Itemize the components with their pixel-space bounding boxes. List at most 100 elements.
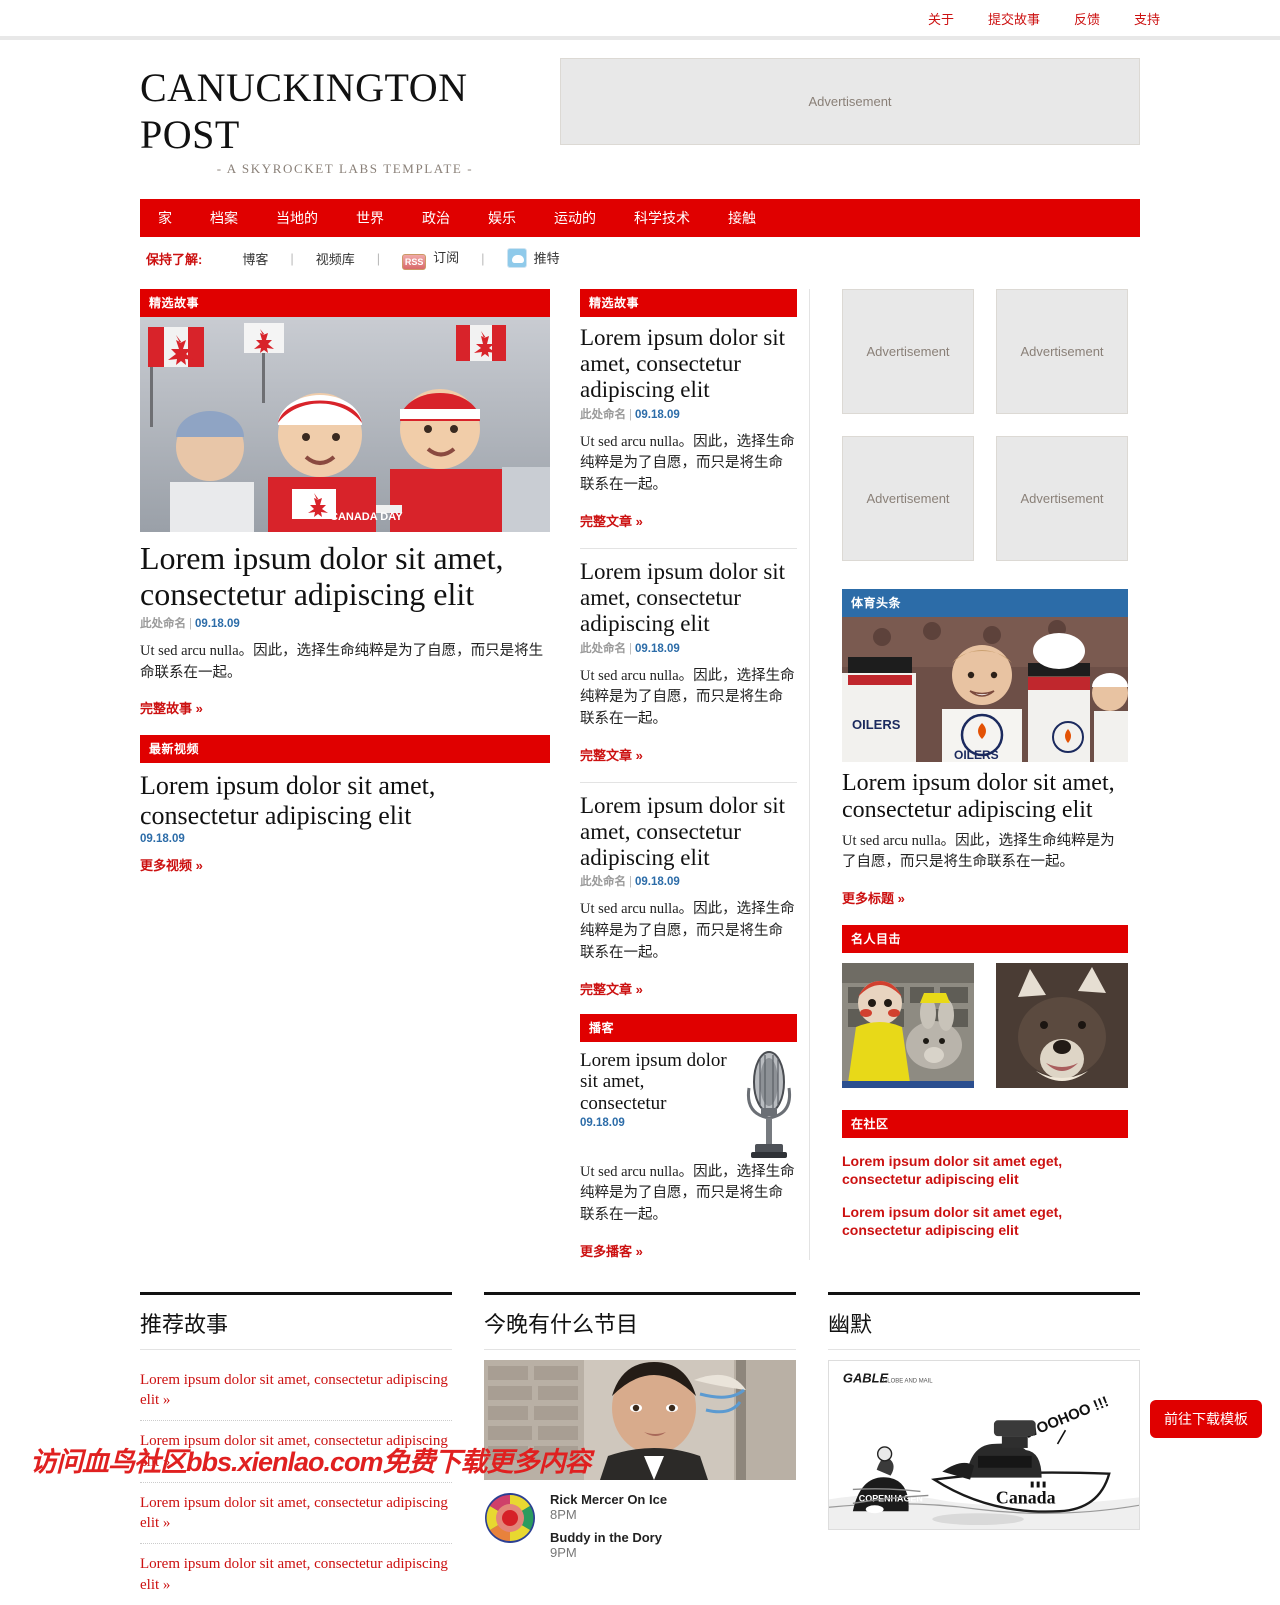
topnav-link-about[interactable]: 关于 [928,9,954,28]
article-more-link[interactable]: 完整文章 » [580,745,643,764]
celebrity-photo-grid [842,963,1128,1089]
banner-ad-label: Advertisement [808,94,892,109]
article-body: Ut sed arcu nulla。因此，选择生命纯粹是为了自愿，而只是将生命联… [580,667,795,728]
topnav-link-submit-story[interactable]: 提交故事 [988,9,1040,28]
page-wrapper: CANUCKINGTON POST - A SKYROCKET LABS TEM… [140,40,1140,1605]
footer-header-humor: 幽默 [828,1307,1140,1350]
section-header-latest-video: 最新视频 [140,735,550,764]
celebrity-photo-costumes[interactable] [842,963,974,1089]
article-more-link[interactable]: 完整文章 » [580,511,643,530]
nav-item-entertainment[interactable]: 娱乐 [488,208,516,228]
recommended-story-link[interactable]: Lorem ipsum dolor sit amet, consectetur … [140,1544,452,1605]
recommended-story-link[interactable]: Lorem ipsum dolor sit amet, consectetur … [140,1360,452,1422]
section-header-celebrity-sightings: 名人目击 [842,925,1128,954]
community-link[interactable]: Lorem ipsum dolor sit amet eget, consect… [842,1152,1128,1188]
recommended-story-link[interactable]: Lorem ipsum dolor sit amet, consectetur … [140,1421,452,1483]
ad-label: Advertisement [1020,491,1104,506]
cbc-logo [485,1492,535,1543]
tonight-photo[interactable] [484,1359,796,1480]
nav-item-local[interactable]: 当地的 [276,208,318,228]
sidebar-advertisement[interactable]: Advertisement [996,289,1128,414]
cartoon-boat-label: Canada [996,1487,1056,1507]
article-title[interactable]: Lorem ipsum dolor sit amet, consectetur … [580,559,797,638]
divider [580,547,797,549]
sidebar-advertisement[interactable]: Advertisement [842,436,974,561]
podcast-more-link[interactable]: 更多播客 » [580,1241,643,1260]
subbar-link-twitter[interactable]: 推特 [506,248,560,268]
footer-sections: 推荐故事 Lorem ipsum dolor sit amet, consect… [140,1291,1140,1605]
podcast-title[interactable]: Lorem ipsum dolor sit amet, consectetur [580,1050,733,1115]
sports-more-link[interactable]: 更多标题 » [842,888,905,907]
podcast-date-wrap: 09.18.09 [580,1117,733,1129]
celebrity-photo-dog[interactable] [996,963,1128,1089]
show-title[interactable]: Rick Mercer On Ice [550,1492,667,1507]
article-item: Lorem ipsum dolor sit amet, consectetur … [580,325,797,530]
featured-story-photo[interactable]: CANADA DAY [140,317,550,532]
sports-title[interactable]: Lorem ipsum dolor sit amet, consectetur … [842,770,1128,825]
subbar-link-rss-subscribe[interactable]: RSS 订阅 [402,247,459,270]
article-byline: 此处命名 | 09.18.09 [580,876,680,889]
footer-tonight-schedule: 今晚有什么节目 Rick Mercer On Ice 8PM Buddy in … [484,1291,796,1605]
site-brand[interactable]: CANUCKINGTON POST - A SKYROCKET LABS TEM… [140,58,550,177]
article-title[interactable]: Lorem ipsum dolor sit amet, consectetur … [580,793,797,872]
content-columns: 精选故事 CANADA DAY Lorem ipsum dolor sit am… [140,289,1140,1260]
tonight-listing-row: Rick Mercer On Ice 8PM Buddy in the Dory… [484,1492,796,1568]
byline-date: 09.18.09 [635,408,680,421]
featured-story-more-link[interactable]: 完整故事 » [140,698,203,717]
section-header-featured-story-middle: 精选故事 [580,289,797,317]
subbar-link-blog[interactable]: 博客 [242,249,268,268]
sidebar-advertisement[interactable]: Advertisement [996,436,1128,561]
recommended-story-link[interactable]: Lorem ipsum dolor sit amet, consectetur … [140,1483,452,1545]
sports-photo[interactable]: OILERS OILERS [842,617,1128,762]
ad-label: Advertisement [866,344,950,359]
editorial-cartoon[interactable]: GABLE GLOBE AND MAIL WOOHOO !!! COPENHAG… [828,1359,1140,1530]
article-byline: 此处命名 | 09.18.09 [580,408,680,421]
nav-item-contact[interactable]: 接触 [728,208,756,228]
byline-author: 此处命名 [580,408,626,421]
subbar-separator: | [481,250,485,266]
microphone-icon [746,1050,792,1158]
topnav-link-feedback[interactable]: 反馈 [1074,9,1100,28]
sidebar-ad-grid: Advertisement Advertisement Advertisemen… [842,289,1128,561]
show-title[interactable]: Buddy in the Dory [550,1530,667,1545]
masthead: CANUCKINGTON POST - A SKYROCKET LABS TEM… [140,40,1140,177]
footer-recommended-stories: 推荐故事 Lorem ipsum dolor sit amet, consect… [140,1291,452,1605]
latest-video-title[interactable]: Lorem ipsum dolor sit amet, consectetur … [140,771,550,830]
download-template-button[interactable]: 前往下载模板 [1150,1400,1262,1438]
article-title[interactable]: Lorem ipsum dolor sit amet, consectetur … [580,325,797,404]
featured-story-byline: 此处命名 | 09.18.09 [140,617,240,630]
svg-text:OILERS: OILERS [852,717,901,732]
nav-item-sports[interactable]: 运动的 [554,208,596,228]
column-left: 精选故事 CANADA DAY Lorem ipsum dolor sit am… [140,289,550,1260]
nav-item-science-tech[interactable]: 科学技术 [634,208,690,228]
subbar-twitter-label: 推特 [533,251,560,266]
footer-header-tonight: 今晚有什么节目 [484,1307,796,1350]
community-link[interactable]: Lorem ipsum dolor sit amet eget, consect… [842,1203,1128,1239]
byline-date: 09.18.09 [195,617,240,630]
nav-item-politics[interactable]: 政治 [422,208,450,228]
latest-video-more-link[interactable]: 更多视频 » [140,855,203,874]
show-time: 8PM [550,1506,577,1522]
article-item: Lorem ipsum dolor sit amet, consectetur … [580,793,797,998]
topnav-link-support[interactable]: 支持 [1134,9,1160,28]
article-more-link[interactable]: 完整文章 » [580,979,643,998]
cartoon-signature: GABLE [843,1371,889,1386]
article-body: Ut sed arcu nulla。因此，选择生命纯粹是为了自愿，而只是将生命联… [580,433,795,494]
section-header-featured-story: 精选故事 [140,289,550,317]
byline-author: 此处命名 [580,642,626,655]
site-title: CANUCKINGTON POST [140,65,468,157]
svg-text:CANADA DAY: CANADA DAY [330,511,403,523]
show-time: 9PM [550,1544,577,1560]
byline-author: 此处命名 [580,876,626,889]
sidebar-advertisement[interactable]: Advertisement [842,289,974,414]
featured-story-body: Ut sed arcu nulla。因此，选择生命纯粹是为了自愿，而只是将生命联… [140,642,544,681]
byline-date: 09.18.09 [635,642,680,655]
nav-item-home[interactable]: 家 [158,208,172,228]
subbar-link-video-library[interactable]: 视频库 [316,249,355,268]
nav-item-archives[interactable]: 档案 [210,208,238,228]
main-navigation: 家 档案 当地的 世界 政治 娱乐 运动的 科学技术 接触 [140,199,1140,237]
nav-item-world[interactable]: 世界 [356,208,384,228]
banner-advertisement[interactable]: Advertisement [560,58,1140,145]
divider [580,781,797,783]
featured-story-title[interactable]: Lorem ipsum dolor sit amet, consectetur … [140,540,550,613]
